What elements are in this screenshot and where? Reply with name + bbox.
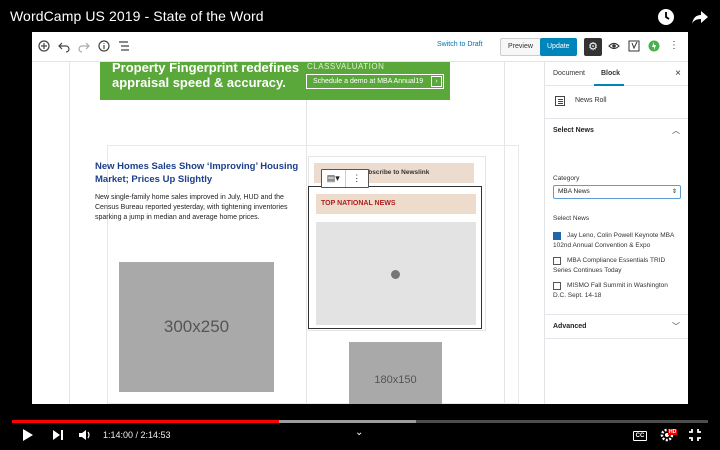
panel-advanced-toggle[interactable]: Advanced — [553, 323, 586, 330]
divider — [545, 118, 688, 119]
editor-toolbar: Switch to Draft Preview Update ⚙ ⋮ — [32, 32, 688, 62]
banner-brand: CLASSVALUATION — [307, 62, 385, 71]
article-excerpt: New single-family home sales improved in… — [95, 194, 288, 221]
share-icon[interactable] — [690, 7, 710, 27]
chevron-down-icon[interactable]: ⌄ — [355, 425, 363, 441]
select-caret-icon: ⇕ — [671, 189, 677, 195]
info-icon[interactable] — [98, 39, 110, 53]
banner-headline: Property Fingerprint redefines appraisal… — [112, 62, 300, 90]
block-type-icon[interactable]: ▤▾ — [322, 170, 345, 187]
volume-icon[interactable] — [78, 428, 92, 446]
block-toolbar: ▤▾ ⋮ — [321, 169, 369, 188]
loading-spinner-icon — [391, 270, 400, 279]
switch-to-draft-link[interactable]: Switch to Draft — [437, 41, 483, 48]
news-option-label-3[interactable]: MISMO Fall Summit in Washington D.C. Sep… — [553, 281, 681, 301]
block-name: News Roll — [575, 97, 607, 104]
yoast-icon[interactable] — [628, 40, 640, 52]
undo-icon[interactable] — [58, 39, 70, 53]
column-guide — [69, 62, 70, 404]
settings-gear-icon[interactable]: ⚙ — [584, 38, 602, 56]
watch-later-icon[interactable] — [656, 7, 676, 27]
update-button[interactable]: Update — [540, 38, 577, 56]
redo-icon[interactable] — [78, 39, 90, 53]
progress-bar-played[interactable] — [12, 420, 279, 423]
video-player[interactable]: WordCamp US 2019 - State of the Word Swi… — [0, 0, 720, 450]
divider — [545, 338, 688, 339]
news-image-loading — [316, 222, 476, 325]
banner-cta-button[interactable]: Schedule a demo at MBA Annual19 › — [306, 74, 444, 89]
select-news-label: Select News — [553, 215, 590, 222]
tab-document[interactable]: Document — [553, 70, 585, 77]
chevron-up-icon[interactable]: ︿ — [672, 125, 680, 136]
ad-banner[interactable]: Property Fingerprint redefines appraisal… — [100, 62, 450, 100]
video-top-controls — [656, 7, 710, 27]
block-navigation-icon[interactable] — [118, 39, 130, 53]
sidebar-tabs: Document Block × — [545, 62, 688, 86]
time-display: 1:14:00 / 2:14:53 — [103, 430, 171, 440]
block-more-icon[interactable]: ⋮ — [344, 170, 369, 187]
next-icon[interactable] — [52, 428, 64, 446]
exit-fullscreen-icon[interactable] — [688, 428, 702, 446]
jetpack-icon[interactable] — [648, 40, 660, 52]
close-icon[interactable]: × — [675, 68, 681, 79]
news-roll-block-icon — [555, 96, 565, 106]
ad-placeholder-180x150: 180x150 — [349, 342, 442, 404]
panel-select-news-toggle[interactable]: Select News — [553, 127, 594, 134]
top-national-news-heading: TOP NATIONAL NEWS — [316, 194, 476, 214]
add-block-icon[interactable] — [38, 39, 50, 53]
category-select[interactable]: MBA News ⇕ — [553, 185, 681, 199]
tab-block[interactable]: Block — [601, 70, 620, 77]
eye-icon[interactable] — [608, 40, 620, 52]
hd-badge: HD — [668, 429, 678, 435]
block-editor: Switch to Draft Preview Update ⚙ ⋮ Prope… — [32, 32, 688, 404]
news-option-label-1[interactable]: Jay Leno, Colin Powell Keynote MBA 102nd… — [553, 231, 681, 251]
settings-sidebar: Document Block × News Roll Select News ︿… — [544, 62, 688, 404]
article-title[interactable]: New Homes Sales Show ‘Improving’ Housing… — [95, 160, 300, 186]
ad-placeholder-300x250: 300x250 — [119, 262, 274, 392]
news-option-label-2[interactable]: MBA Compliance Essentials TRID Series Co… — [553, 256, 681, 276]
play-icon[interactable] — [22, 428, 34, 446]
active-tab-indicator — [594, 84, 624, 86]
editor-canvas[interactable]: Property Fingerprint redefines appraisal… — [32, 62, 544, 404]
subtitles-button[interactable]: CC — [633, 431, 647, 441]
category-label: Category — [553, 175, 580, 182]
video-title[interactable]: WordCamp US 2019 - State of the Word — [10, 8, 264, 24]
divider — [545, 314, 688, 315]
more-options-icon[interactable]: ⋮ — [668, 40, 680, 52]
arrow-right-icon: › — [431, 76, 442, 87]
chevron-down-icon[interactable]: ﹀ — [672, 321, 680, 332]
preview-button[interactable]: Preview — [500, 38, 541, 56]
